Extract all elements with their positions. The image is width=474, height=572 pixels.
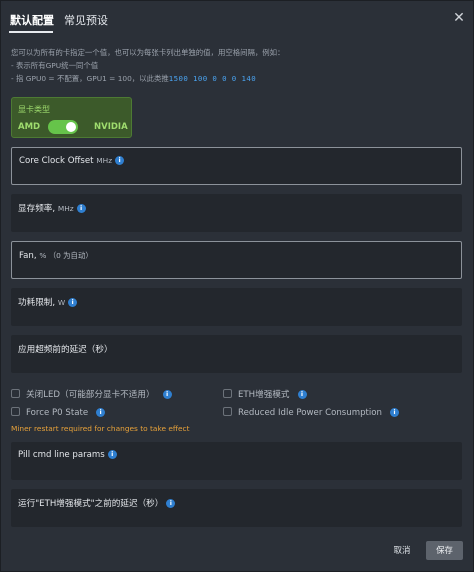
close-led-label: 关闭LED（可能部分显卡不适用） — [26, 390, 155, 400]
power-limit-label-text: 功耗限制, — [18, 298, 56, 308]
gpu-nvidia-label[interactable]: NVIDIA — [94, 122, 128, 132]
fan-label-text: Fan, — [19, 251, 37, 261]
tab-default-config[interactable]: 默认配置 — [10, 12, 54, 28]
toggle-knob — [66, 122, 76, 132]
core-clock-label: Core Clock Offset MHz i — [19, 156, 125, 166]
mem-clock-field[interactable]: 显存频率, MHz i — [11, 194, 462, 232]
mem-clock-label: 显存频率, MHz i — [18, 202, 86, 214]
info-icon[interactable]: i — [76, 204, 86, 213]
help-line-3: - 指 GPU0 = 不配置，GPU1 = 100，以此类推1500 100 0… — [11, 72, 284, 85]
cancel-button[interactable]: 取消 — [386, 542, 418, 558]
gpu-type-title: 显卡类型 — [18, 105, 50, 114]
info-icon[interactable]: i — [390, 408, 399, 417]
reduced-idle-checkbox[interactable] — [223, 407, 232, 416]
info-icon[interactable]: i — [68, 298, 78, 307]
reduced-idle-label: Reduced Idle Power Consumption — [238, 408, 382, 418]
info-icon[interactable]: i — [166, 499, 176, 508]
save-button[interactable]: 保存 — [426, 541, 463, 560]
power-limit-unit: W — [57, 298, 66, 307]
info-icon[interactable]: i — [107, 450, 117, 459]
core-clock-label-text: Core Clock Offset — [19, 156, 94, 166]
tab-bar: 默认配置 常见预设 ✕ — [1, 1, 474, 37]
force-p0-checkbox[interactable] — [11, 407, 20, 416]
active-tab-indicator — [9, 31, 53, 33]
close-led-checkbox[interactable] — [11, 389, 20, 398]
help-text: 您可以为所有的卡指定一个值，也可以为每张卡列出单独的值，用空格间隔，例如： - … — [11, 46, 284, 85]
settings-dialog: 默认配置 常见预设 ✕ 您可以为所有的卡指定一个值，也可以为每张卡列出单独的值，… — [0, 0, 474, 572]
force-p0-label: Force P0 State — [26, 408, 89, 418]
mem-clock-unit: MHz — [57, 204, 74, 213]
pill-params-field[interactable]: Pill cmd line params i — [11, 442, 462, 480]
tab-presets[interactable]: 常见预设 — [64, 12, 108, 28]
close-icon[interactable]: ✕ — [451, 10, 467, 26]
help-line-2: - 表示所有GPU统一同个值 — [11, 61, 99, 70]
restart-warning: Miner restart required for changes to ta… — [11, 424, 190, 433]
pill-params-label: Pill cmd line params i — [18, 450, 117, 460]
apply-delay-label: 应用超频前的延迟（秒） — [18, 345, 113, 355]
power-limit-field[interactable]: 功耗限制, Wi — [11, 288, 462, 326]
eth-boost-checkbox[interactable] — [223, 389, 232, 398]
mem-clock-label-text: 显存频率, — [18, 204, 56, 214]
core-clock-field[interactable]: Core Clock Offset MHz i — [11, 147, 462, 185]
gpu-type-selector: 显卡类型 AMD NVIDIA — [11, 97, 132, 138]
help-line-1: 您可以为所有的卡指定一个值，也可以为每张卡列出单独的值，用空格间隔，例如： — [11, 48, 285, 57]
info-icon[interactable]: i — [115, 156, 125, 165]
close-led-option: 关闭LED（可能部分显卡不适用） i — [11, 388, 172, 400]
eth-delay-field[interactable]: 运行"ETH增强模式"之前的延迟（秒） i — [11, 489, 462, 527]
apply-delay-field[interactable]: 应用超频前的延迟（秒） — [11, 335, 462, 373]
fan-unit: % （0 为自动） — [39, 251, 93, 260]
pill-params-label-text: Pill cmd line params — [18, 450, 105, 460]
eth-delay-label: 运行"ETH增强模式"之前的延迟（秒） i — [18, 497, 176, 509]
eth-delay-label-text: 运行"ETH增强模式"之前的延迟（秒） — [18, 499, 164, 509]
power-limit-label: 功耗限制, Wi — [18, 296, 78, 308]
eth-boost-label: ETH增强模式 — [238, 390, 290, 400]
fan-label: Fan, % （0 为自动） — [19, 250, 93, 261]
gpu-amd-label[interactable]: AMD — [18, 122, 40, 132]
reduced-idle-option: Reduced Idle Power Consumption i — [223, 407, 399, 418]
core-clock-unit: MHz — [96, 156, 113, 165]
info-icon[interactable]: i — [297, 390, 307, 399]
force-p0-option: Force P0 State i — [11, 407, 106, 418]
gpu-type-toggle[interactable] — [48, 120, 78, 134]
info-icon[interactable]: i — [162, 390, 172, 399]
help-line-3-text: - 指 GPU0 = 不配置，GPU1 = 100，以此类推 — [11, 74, 169, 83]
info-icon[interactable]: i — [96, 408, 106, 417]
eth-boost-option: ETH增强模式 i — [223, 388, 307, 400]
help-example-values: 1500 100 0 0 0 140 — [168, 74, 257, 83]
fan-field[interactable]: Fan, % （0 为自动） — [11, 241, 462, 279]
